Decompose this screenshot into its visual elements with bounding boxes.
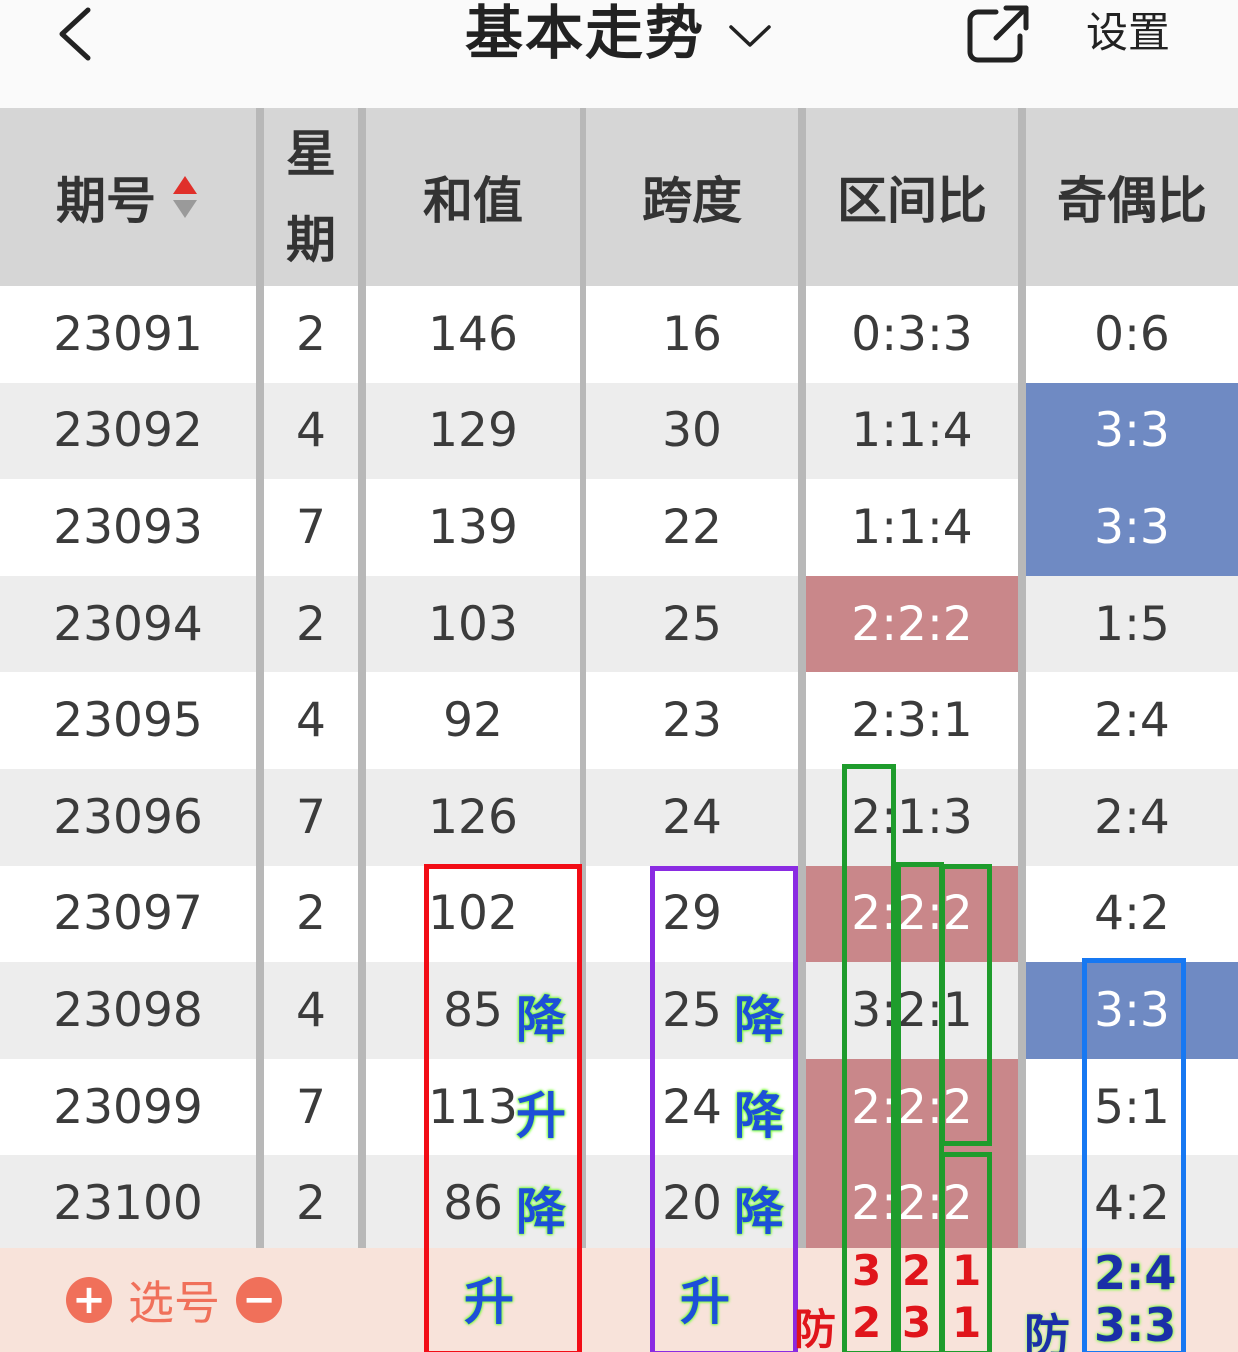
cell-odd-even: 4:2 bbox=[1094, 886, 1170, 942]
cell-issue: 23099 bbox=[53, 1079, 203, 1135]
cell-zone-ratio: 1:1:4 bbox=[851, 499, 973, 555]
cell-odd-even: 3:3 bbox=[1026, 479, 1238, 576]
minus-icon[interactable]: − bbox=[236, 1277, 282, 1323]
settings-button[interactable]: 设置 bbox=[1086, 4, 1170, 62]
annotation-zone-forecast-c2: 1 bbox=[952, 1298, 982, 1347]
annotation-span-forecast: 升 bbox=[680, 1273, 730, 1331]
table-row[interactable]: 23094 2 103 25 2:2:2 1:5 bbox=[0, 575, 1238, 673]
annotation-span-trend-3: 降 bbox=[734, 1183, 784, 1241]
cell-issue: 23091 bbox=[53, 306, 203, 362]
annotation-zone-forecast-b2: 3 bbox=[902, 1298, 932, 1347]
annotation-sum-trend-1: 降 bbox=[516, 991, 566, 1049]
pick-number-button[interactable]: 选号 bbox=[128, 1267, 220, 1333]
cell-weekday: 2 bbox=[296, 306, 326, 362]
col-header-weekday-top: 星 bbox=[286, 125, 336, 183]
share-external-icon[interactable] bbox=[966, 4, 1030, 64]
cell-zone-ratio: 2:3:1 bbox=[851, 693, 973, 749]
cell-issue: 23093 bbox=[53, 499, 203, 555]
annotation-zone-forecast-a2: 2 bbox=[852, 1298, 882, 1347]
column-divider bbox=[798, 108, 806, 1248]
cell-weekday: 2 bbox=[296, 886, 326, 942]
chevron-down-icon[interactable] bbox=[727, 21, 773, 51]
column-divider bbox=[358, 108, 366, 1248]
cell-sum: 139 bbox=[428, 499, 518, 555]
cell-issue: 23097 bbox=[53, 886, 203, 942]
cell-odd-even: 2:4 bbox=[1094, 789, 1170, 845]
cell-zone-ratio: 2:2:2 bbox=[806, 575, 1018, 673]
title-group: 基本走势 bbox=[0, 0, 1238, 66]
annotation-span-trend-1: 降 bbox=[734, 991, 784, 1049]
table-row[interactable]: 23095 4 92 23 2:3:1 2:4 bbox=[0, 672, 1238, 769]
cell-span: 16 bbox=[662, 306, 722, 362]
cell-weekday: 7 bbox=[296, 789, 326, 845]
annotation-sum-forecast: 升 bbox=[464, 1273, 514, 1331]
cell-issue: 23098 bbox=[53, 982, 203, 1038]
col-header-issue-label: 期号 bbox=[56, 172, 156, 230]
cell-odd-even: 1:5 bbox=[1094, 596, 1170, 652]
pick-number-control: + 选号 − bbox=[66, 1248, 282, 1352]
cell-weekday: 4 bbox=[296, 982, 326, 1038]
col-header-weekday-bottom: 期 bbox=[286, 211, 336, 269]
plus-icon[interactable]: + bbox=[66, 1277, 112, 1323]
col-header-odd-even: 奇偶比 bbox=[1057, 172, 1207, 230]
sort-icon[interactable] bbox=[170, 174, 200, 220]
annotation-box-zone-3a bbox=[940, 864, 992, 1146]
cell-zone-ratio: 0:3:3 bbox=[851, 306, 973, 362]
table-row[interactable]: 23093 7 139 22 1:1:4 3:3 bbox=[0, 479, 1238, 576]
cell-issue: 23095 bbox=[53, 693, 203, 749]
cell-weekday: 2 bbox=[296, 596, 326, 652]
annotation-sum-trend-2: 升 bbox=[516, 1087, 566, 1145]
table-row[interactable]: 23091 2 146 16 0:3:3 0:6 bbox=[0, 286, 1238, 383]
cell-weekday: 2 bbox=[296, 1176, 326, 1232]
table-header-row: 期号 星 期 和值 跨度 区间比 奇偶比 bbox=[0, 108, 1238, 286]
annotation-zone-forecast-b1: 2 bbox=[902, 1246, 932, 1295]
table-row[interactable]: 23100 2 86 20 2:2:2 4:2 bbox=[0, 1155, 1238, 1252]
cell-sum: 92 bbox=[443, 693, 503, 749]
annotation-odd-even-forecast-1: 2:4 bbox=[1094, 1246, 1177, 1300]
col-header-zone-ratio: 区间比 bbox=[837, 172, 987, 230]
cell-issue: 23100 bbox=[53, 1176, 203, 1232]
annotation-zone-guard: 防 bbox=[794, 1305, 837, 1352]
col-header-issue[interactable]: 期号 bbox=[0, 108, 256, 286]
cell-issue: 23092 bbox=[53, 403, 203, 459]
col-header-weekday: 星 期 bbox=[264, 108, 358, 286]
column-divider bbox=[1018, 108, 1026, 1248]
annotation-zone-forecast-a1: 3 bbox=[852, 1246, 882, 1295]
table-row[interactable]: 23099 7 113 24 2:2:2 5:1 bbox=[0, 1058, 1238, 1156]
cell-weekday: 4 bbox=[296, 403, 326, 459]
cell-weekday: 4 bbox=[296, 693, 326, 749]
cell-weekday: 7 bbox=[296, 1079, 326, 1135]
cell-zone-ratio: 2:1:3 bbox=[851, 789, 973, 845]
annotation-span-trend-2: 降 bbox=[734, 1087, 784, 1145]
cell-sum: 103 bbox=[428, 596, 518, 652]
table-row[interactable]: 23097 2 102 29 2:2:2 4:2 bbox=[0, 865, 1238, 963]
col-header-span: 跨度 bbox=[642, 172, 742, 230]
cell-zone-ratio: 1:1:4 bbox=[851, 403, 973, 459]
cell-span: 25 bbox=[662, 596, 722, 652]
cell-issue: 23096 bbox=[53, 789, 203, 845]
cell-weekday: 7 bbox=[296, 499, 326, 555]
column-divider bbox=[256, 108, 264, 1248]
annotation-odd-even-guard: 防 bbox=[1024, 1309, 1070, 1352]
annotation-odd-even-forecast-2: 3:3 bbox=[1094, 1298, 1177, 1352]
table-row[interactable]: 23096 7 126 24 2:1:3 2:4 bbox=[0, 769, 1238, 866]
annotation-zone-forecast-c1: 1 bbox=[952, 1246, 982, 1295]
table-row[interactable]: 23092 4 129 30 1:1:4 3:3 bbox=[0, 382, 1238, 480]
cell-odd-even: 0:6 bbox=[1094, 306, 1170, 362]
top-bar: 基本走势 设置 bbox=[0, 0, 1238, 108]
cell-span: 30 bbox=[662, 403, 722, 459]
cell-odd-even: 2:4 bbox=[1094, 693, 1170, 749]
cell-sum: 146 bbox=[428, 306, 518, 362]
table-row[interactable]: 23098 4 85 25 3:2:1 3:3 bbox=[0, 962, 1238, 1059]
cell-span: 24 bbox=[662, 789, 722, 845]
page-title[interactable]: 基本走势 bbox=[465, 0, 705, 66]
cell-issue: 23094 bbox=[53, 596, 203, 652]
cell-odd-even: 3:3 bbox=[1026, 382, 1238, 480]
cell-span: 22 bbox=[662, 499, 722, 555]
cell-sum: 129 bbox=[428, 403, 518, 459]
cell-sum: 126 bbox=[428, 789, 518, 845]
col-header-sum: 和值 bbox=[423, 172, 523, 230]
cell-span: 23 bbox=[662, 693, 722, 749]
annotation-sum-trend-3: 降 bbox=[516, 1183, 566, 1241]
